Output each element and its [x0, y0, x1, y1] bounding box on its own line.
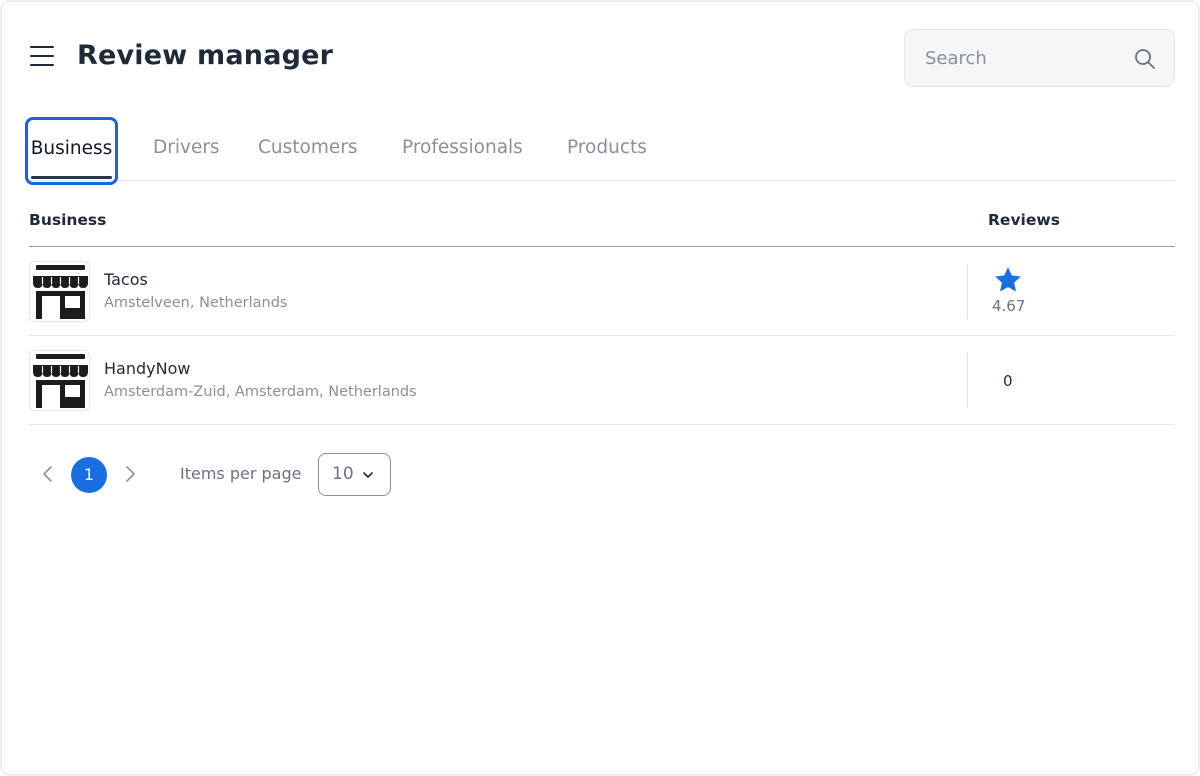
chevron-down-icon: [363, 472, 373, 478]
search-box[interactable]: [904, 29, 1175, 87]
tab-products[interactable]: Products: [567, 118, 647, 184]
storefront-icon: [29, 261, 90, 322]
review-rating: 4.67: [992, 297, 1026, 315]
business-name[interactable]: Tacos: [104, 270, 148, 289]
column-divider: [967, 353, 968, 408]
business-address: Amstelveen, Netherlands: [104, 295, 288, 311]
table-row[interactable]: HandyNow Amsterdam-Zuid, Amsterdam, Neth…: [29, 336, 1175, 425]
items-per-page-value: 10: [332, 464, 354, 484]
review-rating: 0: [1003, 372, 1013, 390]
table-row[interactable]: Tacos Amstelveen, Netherlands 4.67: [29, 247, 1175, 336]
storefront-icon: [29, 350, 90, 411]
items-per-page-label: Items per page: [180, 464, 302, 483]
search-input[interactable]: [925, 44, 1125, 72]
page-title: Review manager: [77, 40, 334, 71]
pagination: 1 Items per page 10: [29, 452, 429, 496]
tab-drivers[interactable]: Drivers: [153, 118, 220, 184]
chevron-right-icon[interactable]: [121, 464, 139, 484]
tab-label: Drivers: [153, 137, 220, 158]
page-number-current[interactable]: 1: [71, 457, 107, 493]
tab-professionals[interactable]: Professionals: [402, 118, 523, 184]
tab-label: Products: [567, 137, 647, 158]
items-per-page-select[interactable]: 10: [318, 453, 391, 496]
hamburger-menu-icon[interactable]: [30, 46, 54, 68]
column-header-reviews: Reviews: [988, 211, 1060, 229]
tab-business[interactable]: Business: [25, 117, 118, 185]
search-icon[interactable]: [1133, 47, 1157, 71]
tab-label: Customers: [258, 137, 358, 158]
active-tab-indicator: [31, 176, 112, 179]
business-table: Business Reviews Tacos Amstelveen, Nethe…: [29, 197, 1175, 425]
business-name[interactable]: HandyNow: [104, 359, 190, 378]
star-icon: [995, 267, 1021, 292]
tab-customers[interactable]: Customers: [258, 118, 358, 184]
tab-bar: Business Drivers Customers Professionals…: [25, 117, 1175, 185]
column-header-business: Business: [29, 211, 107, 229]
column-divider: [967, 264, 968, 319]
tab-label: Business: [30, 138, 113, 159]
tab-label: Professionals: [402, 137, 523, 158]
business-address: Amsterdam-Zuid, Amsterdam, Netherlands: [104, 384, 417, 400]
app-window: Review manager Business Drivers Customer…: [0, 0, 1200, 776]
table-header: Business Reviews: [29, 197, 1175, 247]
chevron-left-icon[interactable]: [39, 464, 57, 484]
